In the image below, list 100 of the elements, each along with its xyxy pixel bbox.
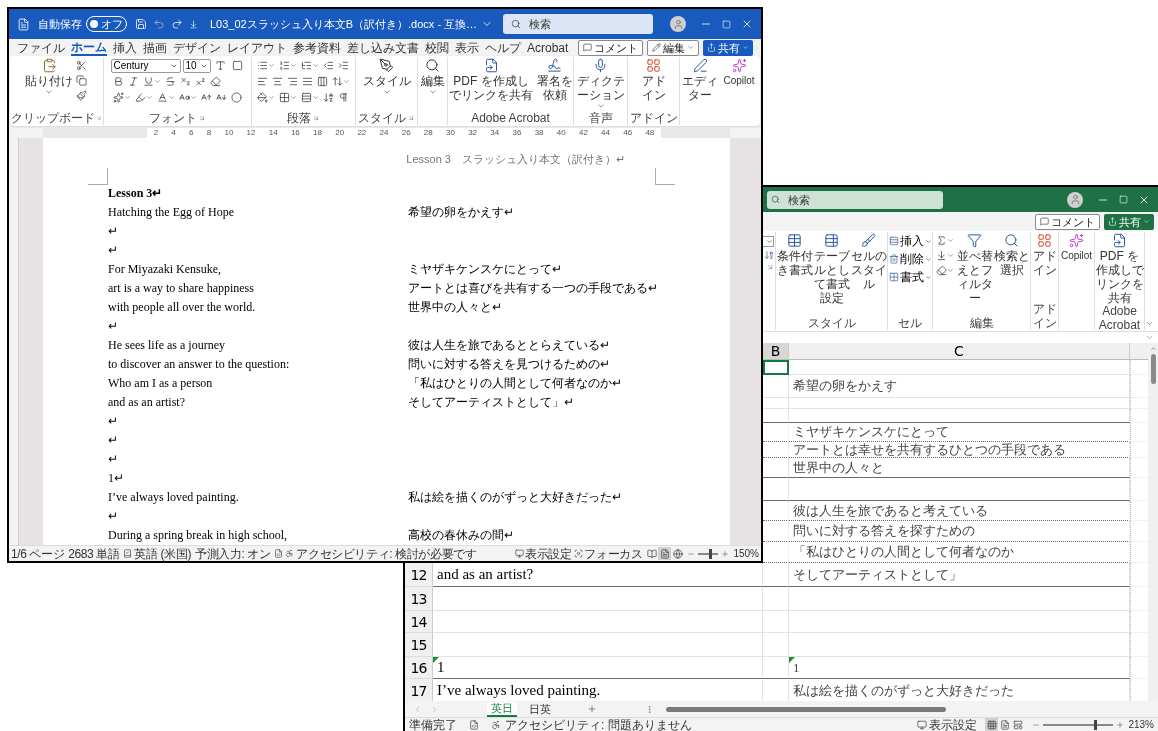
english-text-line: I’ve always loved painting. [108,489,239,504]
spreadsheet-cell[interactable]: ミヤザキケンスケにとって [789,423,1130,442]
ruler-number: 38 [534,128,544,137]
status-text[interactable]: 予測入力: オン [195,546,271,561]
japanese-text-line: 希望の卵をかえす↵ [408,203,514,221]
spreadsheet-cell[interactable]: そしてアーティストとして」 [789,563,1130,587]
ruler-number: 26 [401,128,411,137]
group-label: Adobe Acrobat [1097,303,1142,332]
primary-action-button[interactable]: 共有 [1104,213,1154,230]
ribbon-tab[interactable]: 挿入 [113,39,137,56]
cell-text: and as an artist? [436,565,534,585]
paste-button[interactable]: 貼り付け [24,58,74,96]
display-settings-button[interactable]: 表示設定 [917,717,978,731]
ribbon-button[interactable]: 条件付き書式 [776,233,813,305]
zoom-level[interactable]: 213% [1128,717,1154,731]
acrobat-button[interactable]: 署名を依頼 [536,58,573,102]
dictate-button[interactable]: ディクテーション [575,58,626,110]
english-text-line: with people all over the world. [108,299,256,314]
ruler-number: 30 [446,128,455,137]
font-name-field[interactable]: Century [110,58,181,73]
row-header[interactable]: 15 [405,633,433,657]
cell-text: I’ve always loved painting. [436,681,601,701]
ribbon-tab[interactable]: 参考資料 [293,39,341,56]
ribbon-tab[interactable]: Acrobat [527,39,569,56]
ribbon-tab[interactable]: ヘルプ [485,39,521,56]
spreadsheet-cell[interactable]: 問いに対する答えを探すための [789,521,1130,542]
ribbon-button[interactable]: テーブルとして書式設定 [813,233,850,305]
ribbon-button[interactable]: セルのスタイル [850,233,887,305]
outline-action-button[interactable]: コメント [578,39,643,56]
cell-command-button[interactable]: 挿入 [888,233,932,249]
row-header[interactable]: 14 [405,611,433,633]
document-title: L03_02スラッシュ入り本文B（訳付き）.docx - 互換… [210,18,478,30]
spreadsheet-cell[interactable]: 希望の卵をかえす [789,375,1130,398]
search-field[interactable]: 検索 [503,14,654,34]
status-text[interactable]: アクセシビリティ: 問題ありません [505,717,692,731]
english-text-line: ↵ [108,318,118,333]
ribbon-tab[interactable]: 差し込み文書 [347,39,419,56]
ribbon-tab[interactable]: デザイン [173,39,221,56]
english-text-line: ↵ [108,432,118,447]
add-ins-button[interactable]: アドイン [640,58,667,102]
row-header[interactable]: 13 [405,587,433,611]
styles-button[interactable]: スタイル [361,58,412,96]
ruler-number: 36 [512,128,522,137]
english-text-line: ↵ [108,413,118,428]
group-label: 音声 [588,111,613,125]
cell-text: 「私はひとりの人間として何者なのか [792,543,1014,562]
ribbon-button[interactable]: エディター [681,58,719,125]
spreadsheet-cell[interactable]: 「私はひとりの人間として何者なのか [789,542,1130,563]
ribbon-button[interactable]: PDF を作成しでリンクを共有 [1095,233,1144,305]
japanese-text-line: 世界中の人々と↵ [408,298,502,316]
focus-button[interactable]: フォーカス [574,546,643,561]
acrobat-button[interactable]: PDF を作成しでリンクを共有 [448,58,534,102]
ruler-number: 20 [335,128,345,137]
ruler-number: 42 [578,128,588,137]
row-header[interactable]: 16 [405,657,433,679]
english-text-line: Hatching the Egg of Hope [108,204,234,219]
zoom-level[interactable]: 150% [733,546,759,561]
status-text[interactable]: 2683 単語 [68,546,120,561]
ribbon-tab[interactable]: 校閲 [425,39,449,56]
page-header: Lesson 3 スラッシュ入り本文（訳付き）↵ [406,152,625,166]
japanese-text-line: 問いに対する答えを見つけるための↵ [408,355,610,373]
font-size-field[interactable]: 10 [182,58,211,73]
spreadsheet-cell[interactable]: アートとは幸せを共有するひとつの手段である [789,442,1130,458]
group-label: スタイル [807,316,856,330]
status-text[interactable]: 1/6 ページ [11,546,65,561]
ruler-number: 46 [623,128,633,137]
sheet-tab[interactable]: 英日 [487,701,517,717]
ribbon-button[interactable]: アドイン [1032,233,1057,277]
ribbon-button[interactable]: 並べ替えとフィルター [956,233,993,305]
row-header[interactable]: 12 [405,563,433,587]
dropdown-action-button[interactable]: 編集 [647,39,699,56]
spreadsheet-cell[interactable]: 世界中の人々と [789,458,1130,478]
ribbon-button[interactable]: Copilot [721,58,757,125]
cell-command-button[interactable]: 書式 [888,269,932,285]
spreadsheet-cell[interactable]: 1 [789,657,1130,679]
spreadsheet-cell[interactable]: 1 [433,657,763,679]
status-text[interactable]: 英語 (米国) [134,546,191,561]
group-label: 段落 [287,111,311,125]
cell-command-button[interactable]: 削除 [888,251,932,267]
outline-action-button[interactable]: コメント [1035,213,1100,230]
display-settings-button[interactable]: 表示設定 [515,546,572,561]
ruler-number: 10 [224,128,234,137]
ribbon-button[interactable]: Copilot [1059,233,1094,263]
column-header[interactable]: B [763,343,789,359]
ribbon-tab[interactable]: レイアウト [227,39,287,56]
ribbon-tab[interactable]: 表示 [455,39,479,56]
english-text-line: During a spring break in high school, [108,527,287,542]
japanese-text-line: 「私はひとりの人間として何者なのか↵ [408,374,622,392]
sheet-tab[interactable]: 日英 [525,701,555,717]
search-field[interactable]: 検索 [767,190,943,209]
spreadsheet-cell[interactable]: 彼は人生を旅であると考えている [789,501,1130,521]
ribbon-tab[interactable]: ファイル [17,39,65,56]
ruler-number: 12 [246,128,256,137]
ribbon-button[interactable]: 検索と選択 [993,233,1030,305]
primary-action-button[interactable]: 共有 [703,39,753,56]
editing-button[interactable]: 編集 [419,58,446,96]
status-text[interactable]: アクセシビリティ: 検討が必要です [296,546,477,561]
ribbon-tab[interactable]: 描画 [143,39,167,56]
group-label: Adobe Acrobat [471,111,550,125]
row-header[interactable]: 17 [405,679,433,701]
